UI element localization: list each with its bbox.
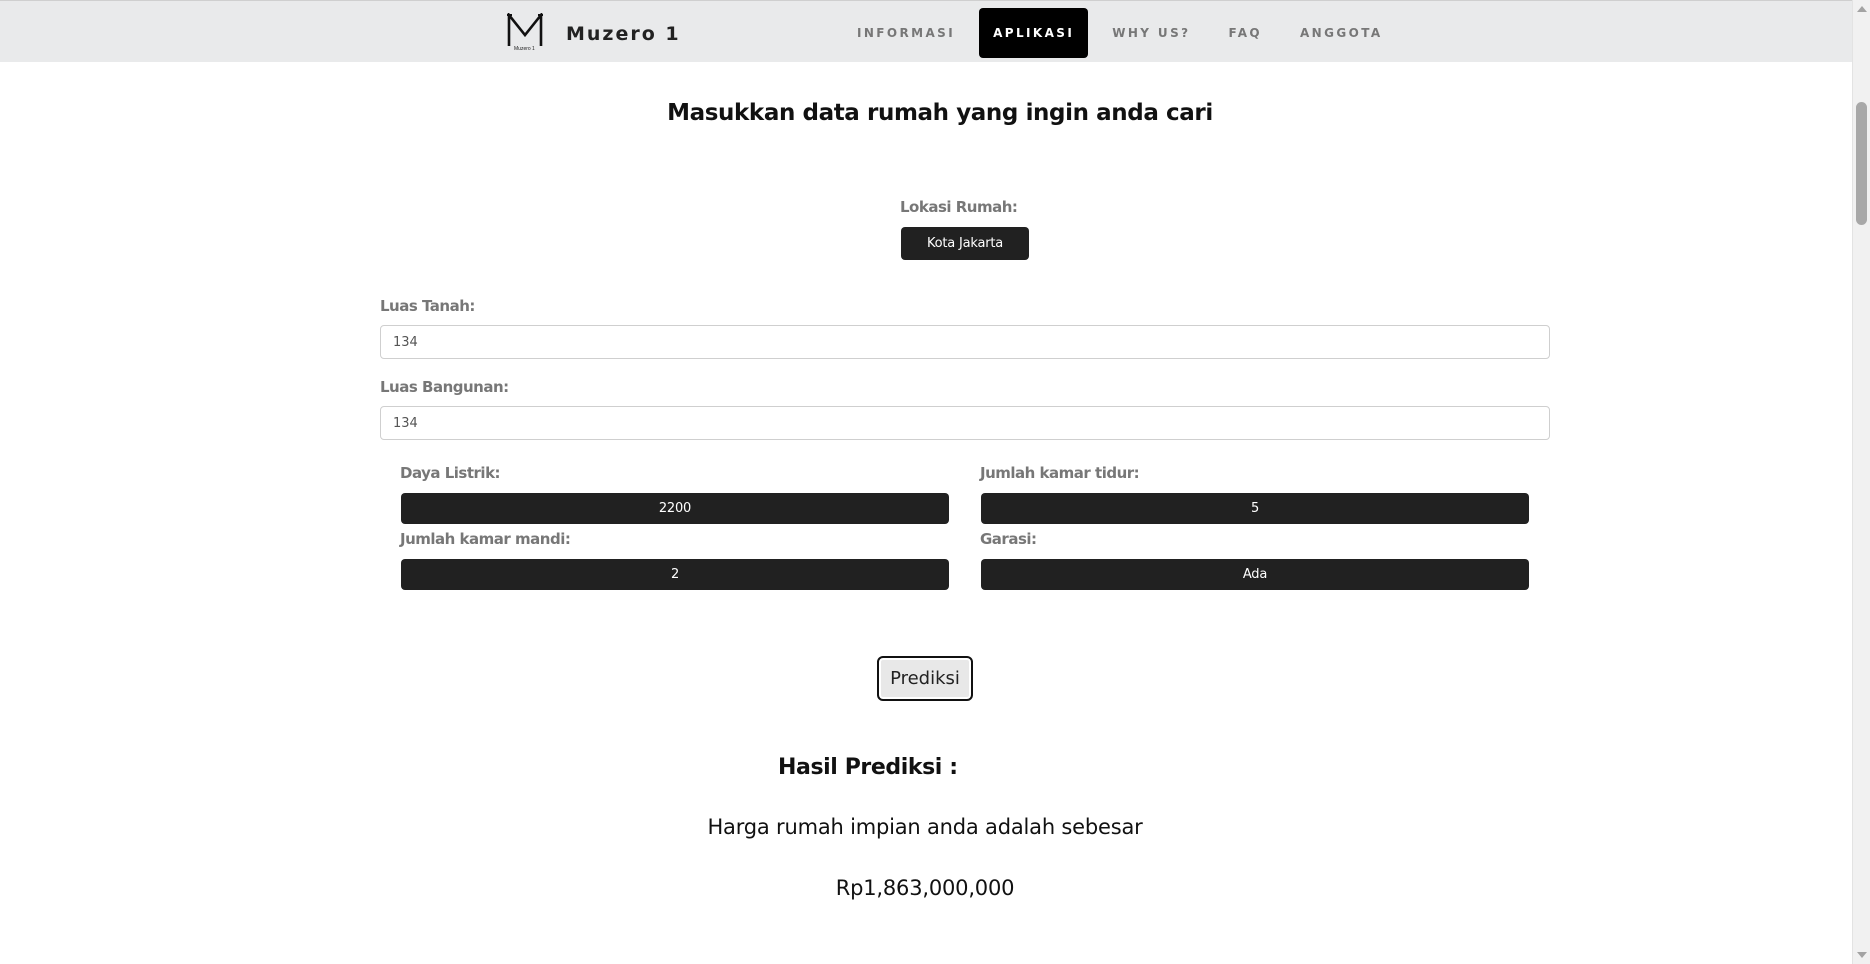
luas-tanah-input[interactable]: 134 bbox=[380, 325, 1550, 359]
logo[interactable]: Muzero 1 bbox=[506, 13, 544, 53]
scrollbar-thumb[interactable] bbox=[1856, 102, 1867, 225]
daya-listrik-select[interactable]: 2200 bbox=[401, 493, 949, 524]
result-price: Rp1,863,000,000 bbox=[835, 876, 1015, 900]
prediksi-button[interactable]: Prediksi bbox=[877, 656, 973, 701]
scroll-up-arrow-icon[interactable] bbox=[1857, 6, 1867, 12]
kamar-mandi-select[interactable]: 2 bbox=[401, 559, 949, 590]
page-scrollbar[interactable] bbox=[1852, 0, 1870, 964]
navbar: Muzero 1 Muzero 1 INFORMASI APLIKASI WHY… bbox=[0, 0, 1852, 62]
logo-m-icon bbox=[507, 13, 543, 46]
daya-listrik-label: Daya Listrik: bbox=[400, 464, 501, 482]
lokasi-select[interactable]: Kota Jakarta bbox=[901, 227, 1029, 260]
nav-item-faq[interactable]: FAQ bbox=[1209, 8, 1281, 58]
garasi-label: Garasi: bbox=[980, 530, 1037, 548]
scroll-down-arrow-icon[interactable] bbox=[1857, 952, 1867, 958]
nav-item-aplikasi[interactable]: APLIKASI bbox=[979, 8, 1089, 58]
logo-subtext: Muzero 1 bbox=[514, 46, 535, 52]
kamar-tidur-label: Jumlah kamar tidur: bbox=[980, 464, 1140, 482]
garasi-select[interactable]: Ada bbox=[981, 559, 1529, 590]
luas-bangunan-label: Luas Bangunan: bbox=[380, 378, 509, 396]
result-text: Harga rumah impian anda adalah sebesar bbox=[707, 815, 1143, 839]
brand[interactable]: Muzero 1 Muzero 1 bbox=[506, 13, 681, 53]
kamar-mandi-label: Jumlah kamar mandi: bbox=[400, 530, 571, 548]
result-heading: Hasil Prediksi : bbox=[778, 755, 958, 780]
nav-item-why-us[interactable]: WHY US? bbox=[1093, 8, 1209, 58]
page-title: Masukkan data rumah yang ingin anda cari bbox=[667, 100, 1213, 126]
nav-item-anggota[interactable]: ANGGOTA bbox=[1281, 8, 1402, 58]
luas-tanah-label: Luas Tanah: bbox=[380, 297, 475, 315]
lokasi-label: Lokasi Rumah: bbox=[900, 198, 1018, 216]
kamar-tidur-select[interactable]: 5 bbox=[981, 493, 1529, 524]
nav-item-informasi[interactable]: INFORMASI bbox=[838, 8, 974, 58]
brand-name[interactable]: Muzero 1 bbox=[566, 23, 681, 45]
main-nav: INFORMASI APLIKASI WHY US? FAQ ANGGOTA bbox=[838, 8, 1402, 58]
luas-bangunan-input[interactable]: 134 bbox=[380, 406, 1550, 440]
